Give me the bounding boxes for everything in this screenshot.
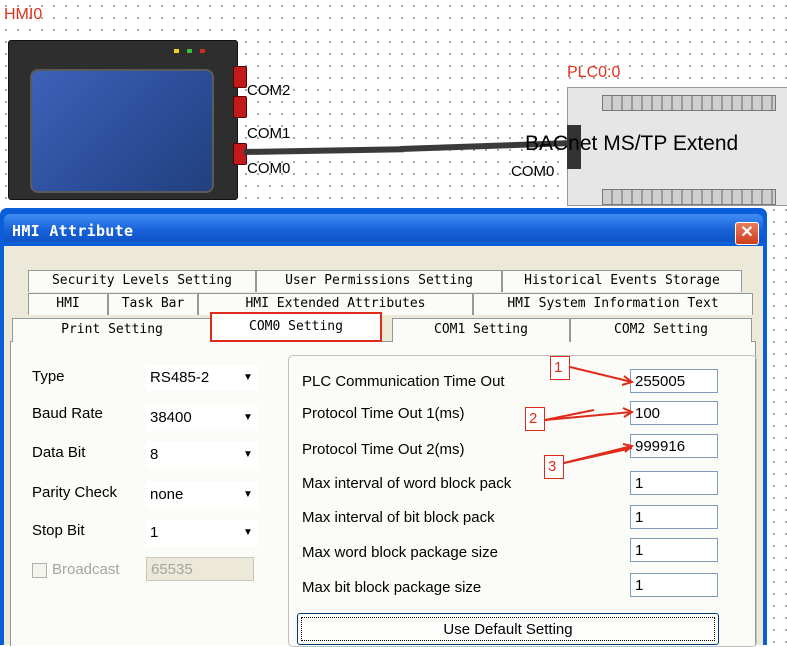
- callout-arrows: [544, 366, 635, 464]
- callout-arrow-1: [569, 366, 635, 386]
- callout-arrow-2: [544, 407, 635, 421]
- callout-arrow-3: [563, 443, 635, 464]
